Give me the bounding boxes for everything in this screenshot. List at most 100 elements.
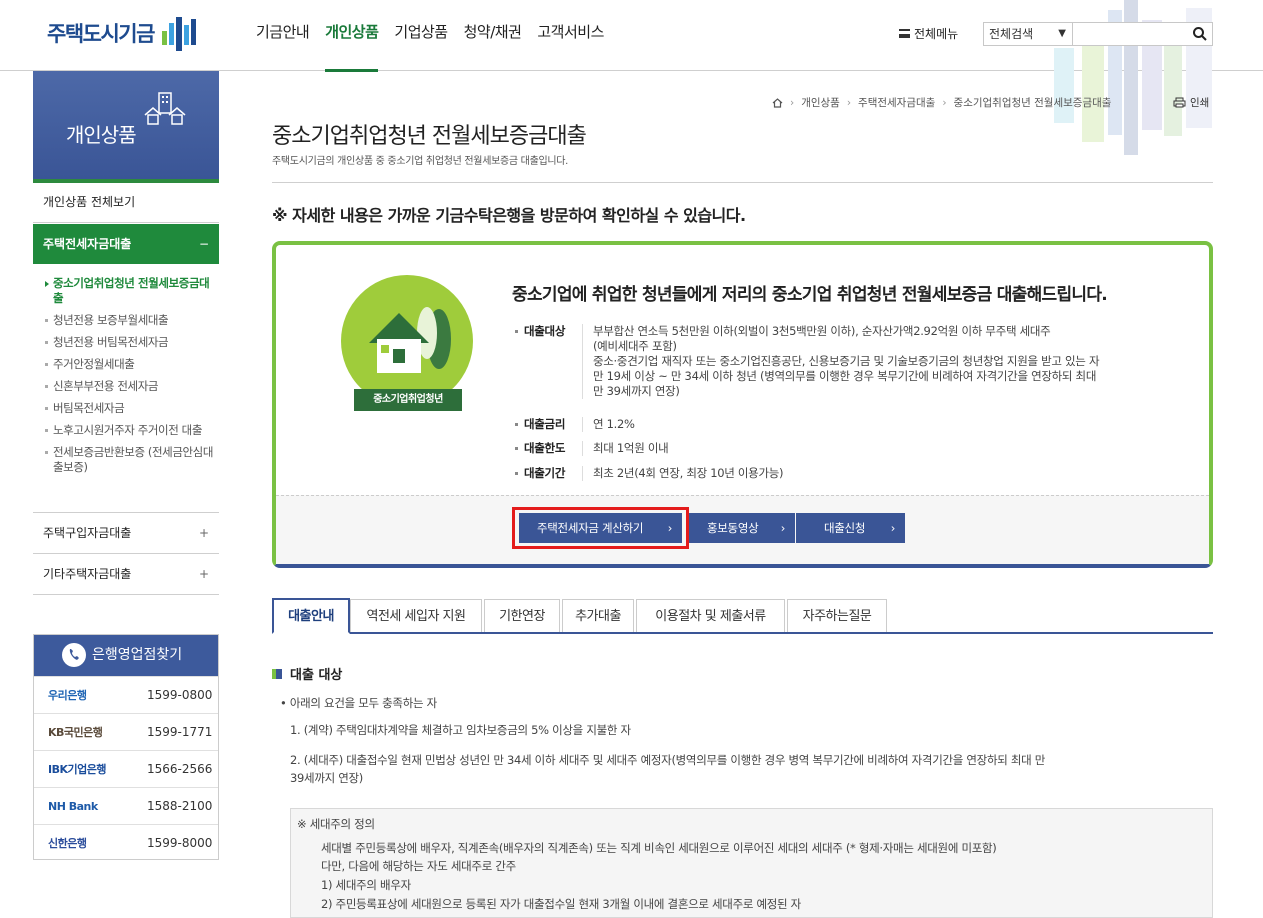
sidebar-all-products[interactable]: 개인상품 전체보기 bbox=[33, 183, 219, 223]
sidebar-item-gosiwon[interactable]: 노후고시원거주자 주거이전 대출 bbox=[45, 423, 215, 438]
tab-additional-loan[interactable]: 추가대출 bbox=[562, 599, 634, 632]
info-value-line: 만 19세 이상 ~ 만 34세 이하 청년 (병역의무를 이행한 경우 복무기… bbox=[593, 369, 1097, 383]
chevron-right-icon: › bbox=[890, 521, 896, 535]
definition-title: ※ 세대주의 정의 bbox=[297, 817, 375, 831]
breadcrumb-separator: › bbox=[790, 96, 795, 109]
info-value-line: 중소·중견기업 재직자 또는 중소기업진흥공단, 신용보증기금 및 기술보증기금… bbox=[593, 354, 1100, 368]
search-icon[interactable] bbox=[1191, 25, 1209, 43]
shinhan-logo: 신한은행 bbox=[48, 837, 87, 850]
breadcrumb-item[interactable]: 개인상품 bbox=[801, 95, 840, 110]
expand-icon: + bbox=[198, 567, 209, 581]
sidebar-category-purchase[interactable]: 주택구입자금대출 + bbox=[33, 512, 219, 553]
tab-reverse-jeonse[interactable]: 역전세 세입자 지원 bbox=[350, 599, 482, 632]
home-icon[interactable] bbox=[772, 97, 783, 108]
ibk-logo: IBK기업은행 bbox=[48, 763, 106, 776]
bank-tel: 1566-2566 bbox=[147, 762, 213, 776]
info-label: 대출한도 bbox=[512, 441, 582, 456]
definition-line: 다만, 다음에 해당하는 자도 세대주로 간주 bbox=[321, 859, 516, 873]
logo-mark-icon bbox=[161, 17, 196, 51]
breadcrumb-separator: › bbox=[942, 96, 947, 109]
info-label: 대출기간 bbox=[512, 466, 582, 481]
product-summary-box: 중소기업취업청년 중소기업에 취업한 청년들에게 저리의 중소기업 취업청년 전… bbox=[272, 241, 1213, 568]
sidebar-item-deposit-guarantee[interactable]: 전세보증금반환보증 (전세금안심대출보증) bbox=[45, 445, 215, 475]
sidebar-header: 개인상품 bbox=[33, 71, 219, 183]
info-value: 연 1.2% bbox=[582, 417, 635, 432]
bank-row-nh[interactable]: NH Bank 1588-2100 bbox=[34, 787, 218, 824]
requirement-bullet: • 아래의 요건을 모두 충족하는 자 bbox=[280, 696, 437, 710]
sidebar-item-sme-youth[interactable]: 중소기업취업청년 전월세보증금대출 bbox=[45, 276, 215, 306]
nav-subscription-bonds[interactable]: 청약/채권 bbox=[464, 0, 522, 71]
nav-corporate-products[interactable]: 기업상품 bbox=[394, 0, 448, 71]
tab-faq[interactable]: 자주하는질문 bbox=[787, 599, 887, 632]
house-tree-icon bbox=[369, 307, 451, 373]
print-button[interactable]: 인쇄 bbox=[1173, 95, 1209, 110]
sidebar-item-housing-monthly[interactable]: 주거안정월세대출 bbox=[45, 357, 215, 372]
info-row-target: 대출대상 부부합산 연소득 5천만원 이하(외벌이 3천5백만원 이하), 순자… bbox=[512, 324, 1100, 399]
page-description: 주택도시기금의 개인상품 중 중소기업 취업청년 전월세보증금 대출입니다. bbox=[272, 156, 569, 167]
tab-procedure[interactable]: 이용절차 및 제출서류 bbox=[636, 599, 785, 632]
nav-customer-service[interactable]: 고객서비스 bbox=[537, 0, 604, 71]
tab-loan-guide[interactable]: 대출안내 bbox=[272, 598, 350, 634]
sidebar-item-youth-monthly[interactable]: 청년전용 보증부월세대출 bbox=[45, 313, 215, 328]
info-value-line: 만 39세까지 연장) bbox=[593, 384, 680, 398]
bank-finder: 은행영업점찾기 우리은행 1599-0800 KB국민은행 1599-1771 … bbox=[33, 634, 219, 860]
sidebar-category-label: 기타주택자금대출 bbox=[43, 567, 132, 581]
title-divider bbox=[272, 182, 1213, 183]
chevron-right-icon: › bbox=[780, 521, 786, 535]
breadcrumb-separator: › bbox=[846, 96, 852, 109]
householder-definition-box: ※ 세대주의 정의 세대별 주민등록상에 배우자, 직계존속(배우자의 직계존속… bbox=[290, 808, 1213, 918]
sidebar-category-other[interactable]: 기타주택자금대출 + bbox=[33, 553, 219, 594]
print-label: 인쇄 bbox=[1190, 97, 1210, 109]
bank-tel: 1599-8000 bbox=[147, 836, 213, 850]
breadcrumb-item[interactable]: 주택전세자금대출 bbox=[858, 95, 935, 110]
bank-row-shinhan[interactable]: 신한은행 1599-8000 bbox=[34, 824, 218, 861]
promo-video-label: 홍보동영상 bbox=[707, 521, 759, 535]
info-value: 최초 2년(4회 연장, 최장 10년 이용가능) bbox=[582, 466, 784, 481]
tab-extension[interactable]: 기한연장 bbox=[484, 599, 560, 632]
search-scope-select[interactable]: 전체검색 ▼ bbox=[983, 22, 1073, 46]
collapse-icon: − bbox=[198, 237, 209, 251]
all-menu-label: 전체메뉴 bbox=[914, 27, 959, 41]
nh-logo: NH Bank bbox=[48, 799, 98, 813]
expand-icon: + bbox=[198, 526, 209, 540]
bank-tel: 1599-0800 bbox=[147, 688, 213, 702]
nav-personal-products[interactable]: 개인상품 bbox=[325, 0, 379, 72]
info-row-limit: 대출한도 최대 1억원 이내 bbox=[512, 441, 669, 456]
nav-fund-info[interactable]: 기금안내 bbox=[256, 0, 310, 71]
promo-video-button[interactable]: 홍보동영상 › bbox=[689, 513, 795, 543]
info-label: 대출대상 bbox=[512, 324, 582, 399]
breadcrumb-current: 중소기업취업청년 전월세보증금대출 bbox=[953, 97, 1112, 109]
definition-line: 세대별 주민등록상에 배우자, 직계존속(배우자의 직계존속) 또는 직계 비속… bbox=[321, 841, 997, 855]
requirement-item-2-line: 2. (세대주) 대출접수일 현재 민법상 성년인 만 34세 이하 세대주 및… bbox=[290, 753, 1046, 767]
printer-icon bbox=[1173, 97, 1186, 108]
search-scope-value: 전체검색 bbox=[989, 27, 1034, 41]
section-title-text: 대출 대상 bbox=[290, 668, 343, 683]
sidebar-item-newlywed[interactable]: 신혼부부전용 전세자금 bbox=[45, 379, 215, 394]
info-label: 대출금리 bbox=[512, 417, 582, 432]
sidebar-item-youth-beotimmok[interactable]: 청년전용 버팀목전세자금 bbox=[45, 335, 215, 350]
notice-text: ※ 자세한 내용은 가까운 기금수탁은행을 방문하여 확인하실 수 있습니다. bbox=[272, 206, 746, 225]
sidebar-item-beotimmok[interactable]: 버팀목전세자금 bbox=[45, 401, 215, 416]
requirement-bullet-text: 아래의 요건을 모두 충족하는 자 bbox=[289, 696, 437, 710]
product-badge bbox=[341, 275, 473, 407]
apply-loan-button[interactable]: 대출신청 › bbox=[796, 513, 905, 543]
bank-row-kb[interactable]: KB국민은행 1599-1771 bbox=[34, 713, 218, 750]
site-logo[interactable]: 주택도시기금 bbox=[47, 13, 200, 53]
requirement-item-2: 2. (세대주) 대출접수일 현재 민법상 성년인 만 34세 이하 세대주 및… bbox=[290, 751, 1190, 787]
bank-tel: 1599-1771 bbox=[147, 725, 213, 739]
sidebar-category-label: 주택전세자금대출 bbox=[43, 237, 132, 251]
bank-finder-title: 은행영업점찾기 bbox=[92, 647, 183, 663]
apply-loan-label: 대출신청 bbox=[824, 521, 866, 535]
bank-row-woori[interactable]: 우리은행 1599-0800 bbox=[34, 676, 218, 713]
logo-text: 주택도시기금 bbox=[47, 22, 155, 46]
definition-line: 1) 세대주의 배우자 bbox=[321, 878, 411, 892]
all-menu-button[interactable]: 전체메뉴 bbox=[899, 25, 958, 42]
info-row-period: 대출기간 최초 2년(4회 연장, 최장 10년 이용가능) bbox=[512, 466, 784, 481]
info-value-line: (예비세대주 포함) bbox=[593, 339, 677, 353]
info-value-line: 부부합산 연소득 5천만원 이하(외벌이 3천5백만원 이하), 순자산가액2.… bbox=[593, 324, 1051, 338]
buildings-icon bbox=[144, 92, 186, 125]
bank-tel: 1588-2100 bbox=[147, 799, 213, 813]
product-headline: 중소기업에 취업한 청년들에게 저리의 중소기업 취업청년 전월세보증금 대출해… bbox=[512, 285, 1108, 305]
sidebar-category-jeonse[interactable]: 주택전세자금대출 − bbox=[33, 224, 219, 264]
bank-row-ibk[interactable]: IBK기업은행 1566-2566 bbox=[34, 750, 218, 787]
